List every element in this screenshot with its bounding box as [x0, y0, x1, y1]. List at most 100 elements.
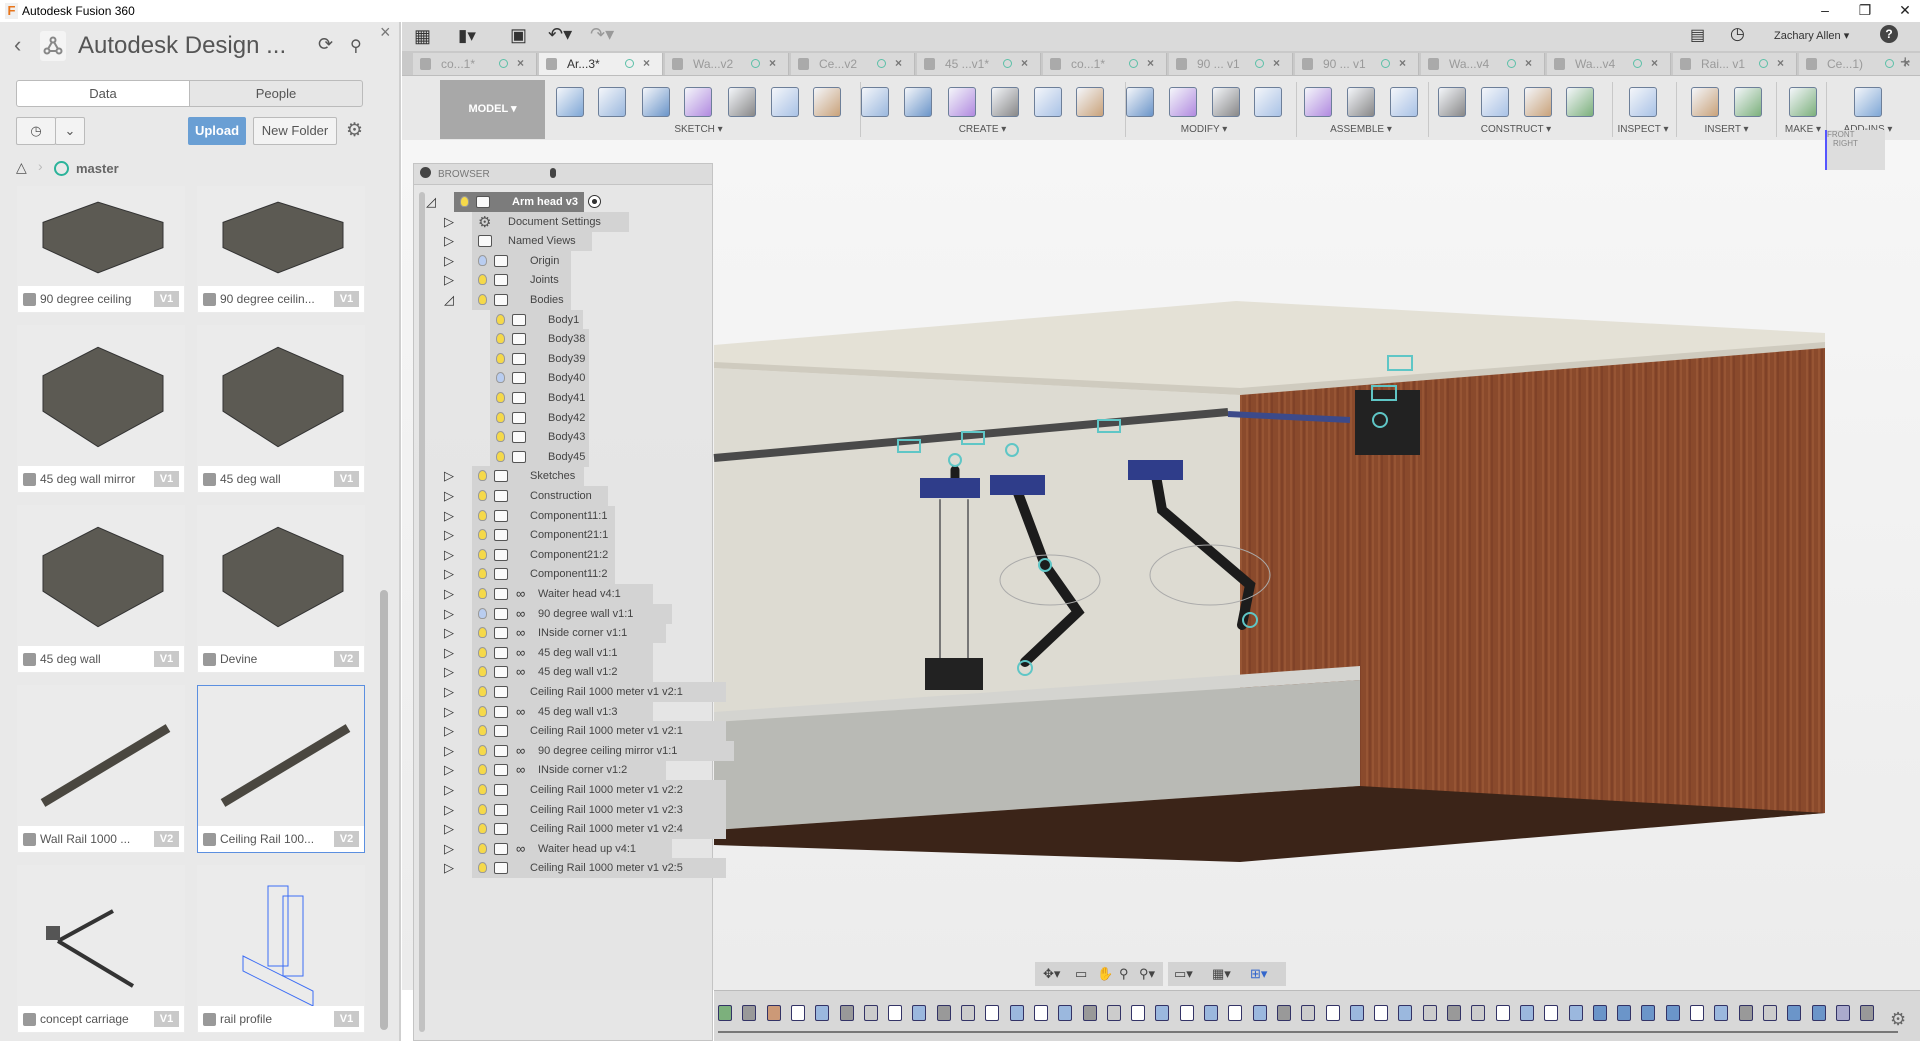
- browser-node[interactable]: ▷ Ceiling Rail 1000 meter v1 v2:4: [414, 819, 726, 840]
- breadcrumb-master[interactable]: master: [76, 161, 119, 176]
- visibility-bulb-icon[interactable]: [478, 254, 487, 266]
- save-icon[interactable]: ▣: [510, 25, 527, 46]
- file-menu-icon[interactable]: ▮▾: [458, 26, 476, 46]
- version-badge[interactable]: V1: [154, 651, 179, 667]
- file-card[interactable]: 90 degree ceilin... V1: [197, 186, 365, 313]
- document-tab[interactable]: 45 ...v1* ×: [917, 53, 1041, 75]
- timeline-move-icon[interactable]: [1106, 1005, 1121, 1021]
- viewcube-front[interactable]: FRONT: [1827, 130, 1854, 139]
- pin-icon[interactable]: [550, 168, 556, 178]
- close-tab-icon[interactable]: ×: [1777, 56, 1784, 70]
- visibility-bulb-icon[interactable]: [496, 372, 505, 384]
- visibility-bulb-icon[interactable]: [478, 705, 487, 717]
- timeline-revolve-icon[interactable]: [1714, 1005, 1729, 1021]
- joint-icon[interactable]: [1347, 87, 1375, 117]
- browser-node-pill[interactable]: ∞ 45 deg wall v1:2: [472, 662, 653, 683]
- redo-icon[interactable]: ↷▾: [590, 24, 614, 45]
- hub-home-icon[interactable]: △: [16, 159, 27, 176]
- timeline-move-icon[interactable]: [1301, 1005, 1316, 1021]
- browser-node[interactable]: ▷ Ceiling Rail 1000 meter v1 v2:3: [414, 799, 726, 820]
- browser-node[interactable]: ▷ Construction: [414, 486, 714, 506]
- close-tab-icon[interactable]: ×: [643, 56, 650, 70]
- visibility-bulb-icon[interactable]: [478, 274, 487, 286]
- tab-data[interactable]: Data: [16, 80, 190, 107]
- browser-node-pill[interactable]: ∞ 45 deg wall v1:3: [472, 701, 653, 722]
- visibility-bulb-icon[interactable]: [496, 450, 505, 462]
- browser-node[interactable]: Body43: [414, 427, 714, 448]
- close-tab-icon[interactable]: ×: [1273, 56, 1280, 70]
- sweep-icon[interactable]: [948, 87, 976, 117]
- document-tab[interactable]: Ce...v2 ×: [791, 53, 915, 75]
- orbit-icon[interactable]: ✥▾: [1043, 966, 1060, 982]
- version-badge[interactable]: V2: [334, 651, 359, 667]
- user-menu[interactable]: Zachary Allen ▾: [1774, 29, 1849, 42]
- collapsed-triangle-icon[interactable]: ▷: [444, 625, 454, 641]
- ribbon-group-insert[interactable]: INSERT ▾: [1704, 124, 1748, 135]
- visibility-bulb-icon[interactable]: [496, 352, 505, 364]
- revolve-icon[interactable]: [904, 87, 932, 117]
- data-panel-grid-icon[interactable]: ▦: [414, 26, 431, 47]
- visibility-bulb-icon[interactable]: [478, 529, 487, 541]
- document-tab[interactable]: Rai... v1 ×: [1673, 53, 1797, 75]
- ribbon-group-create[interactable]: CREATE ▾: [959, 124, 1007, 135]
- browser-node-pill[interactable]: Ceiling Rail 1000 meter v1 v2:5: [472, 858, 726, 879]
- timeline-plane-icon[interactable]: [766, 1005, 781, 1021]
- ribbon-group-construct[interactable]: CONSTRUCT ▾: [1481, 124, 1551, 135]
- timeline-sketch-icon[interactable]: [1374, 1005, 1389, 1021]
- browser-node-pill[interactable]: ∞ 90 degree ceiling mirror v1:1: [472, 740, 734, 761]
- version-badge[interactable]: V1: [154, 471, 179, 487]
- browser-node[interactable]: ▷ Component21:1: [414, 525, 714, 546]
- timeline-sketch-icon[interactable]: [1544, 1005, 1559, 1021]
- collapsed-triangle-icon[interactable]: ▷: [444, 606, 454, 622]
- browser-node-pill[interactable]: Component11:1: [472, 505, 615, 526]
- gear-icon[interactable]: ⚙: [346, 119, 363, 142]
- browser-node-pill[interactable]: Body38: [490, 329, 589, 350]
- visibility-bulb-icon[interactable]: [478, 490, 487, 501]
- browser-node-pill[interactable]: Ceiling Rail 1000 meter v1 v2:4: [472, 819, 726, 840]
- collapsed-triangle-icon[interactable]: ▷: [444, 684, 454, 700]
- plane-angle-icon[interactable]: [1566, 87, 1594, 117]
- timeline-extrude-icon[interactable]: [815, 1005, 830, 1021]
- timeline-extrude-icon[interactable]: [1058, 1005, 1073, 1021]
- timeline-extrude-icon[interactable]: [912, 1005, 927, 1021]
- file-card[interactable]: Devine V2: [197, 505, 365, 673]
- collapsed-triangle-icon[interactable]: ▷: [444, 723, 454, 739]
- rectangle-icon[interactable]: [813, 87, 841, 117]
- attached-canvas-icon[interactable]: [1691, 87, 1719, 117]
- collapsed-triangle-icon[interactable]: ▷: [444, 704, 454, 720]
- visibility-bulb-icon[interactable]: [496, 411, 505, 423]
- grid-settings-icon[interactable]: ▦▾: [1212, 966, 1231, 982]
- timeline-fillet-icon[interactable]: [1617, 1005, 1632, 1021]
- browser-node[interactable]: ▷ ∞ 45 deg wall v1:1: [414, 642, 714, 663]
- collapsed-triangle-icon[interactable]: ▷: [444, 645, 454, 661]
- timeline-sketch-icon[interactable]: [1325, 1005, 1340, 1021]
- workspace-switcher[interactable]: MODEL ▾: [440, 80, 545, 139]
- version-badge[interactable]: V1: [154, 291, 179, 307]
- visibility-bulb-icon[interactable]: [478, 803, 487, 815]
- browser-node-pill[interactable]: Arm head v3: [454, 192, 584, 212]
- browser-node-pill[interactable]: Origin: [472, 250, 571, 271]
- timeline-sketch-icon[interactable]: [985, 1005, 1000, 1021]
- browser-node[interactable]: ▷ Component11:1: [414, 505, 714, 526]
- timeline-track[interactable]: [718, 1031, 1898, 1033]
- close-window-button[interactable]: ✕: [1890, 2, 1920, 19]
- browser-node-pill[interactable]: Body40: [490, 368, 589, 389]
- visibility-bulb-icon[interactable]: [478, 842, 487, 854]
- visibility-bulb-icon[interactable]: [496, 333, 505, 345]
- undo-icon[interactable]: ↶▾: [548, 24, 572, 45]
- version-badge[interactable]: V1: [334, 1011, 359, 1027]
- close-tab-icon[interactable]: ×: [1399, 56, 1406, 70]
- document-tab[interactable]: Wa...v2 ×: [665, 53, 789, 75]
- version-badge[interactable]: V1: [334, 471, 359, 487]
- visibility-bulb-icon[interactable]: [478, 646, 487, 658]
- visibility-bulb-icon[interactable]: [478, 588, 487, 599]
- expanded-triangle-icon[interactable]: ◿: [444, 292, 454, 308]
- help-icon[interactable]: ?: [1880, 25, 1898, 43]
- new-folder-button[interactable]: New Folder: [253, 117, 337, 145]
- browser-node-pill[interactable]: Body42: [490, 407, 589, 428]
- browser-node[interactable]: ▷ Sketches: [414, 466, 714, 487]
- collapsed-triangle-icon[interactable]: ▷: [444, 586, 454, 602]
- file-card[interactable]: Ceiling Rail 100... V2: [197, 685, 365, 853]
- browser-node[interactable]: ▷ Ceiling Rail 1000 meter v1 v2:1: [414, 721, 726, 742]
- file-card[interactable]: Wall Rail 1000 ... V2: [17, 685, 185, 853]
